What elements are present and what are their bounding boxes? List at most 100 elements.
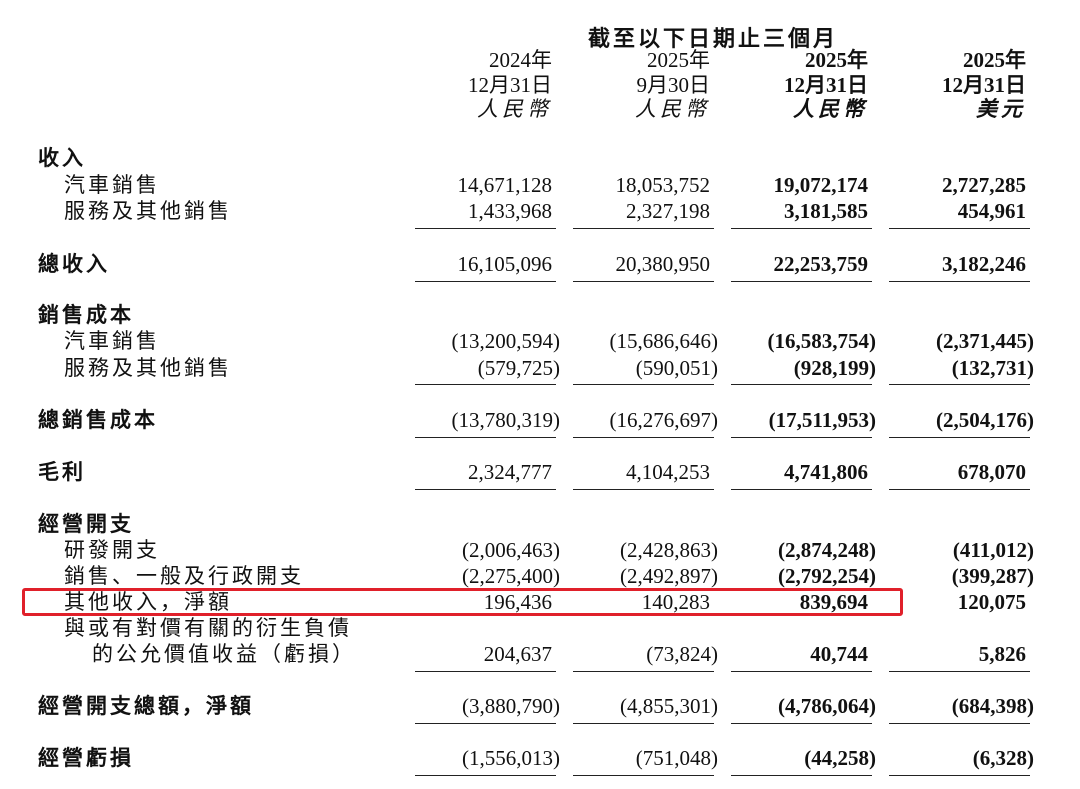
cell: (2,275,400) bbox=[462, 564, 560, 588]
cell: (6,328) bbox=[972, 746, 1034, 770]
column-currency: 人民幣 bbox=[793, 97, 868, 121]
total-rule bbox=[889, 489, 1030, 490]
cell: (73,824) bbox=[646, 642, 718, 666]
row-label: 服務及其他銷售 bbox=[64, 356, 232, 380]
row-label: 汽車銷售 bbox=[64, 329, 160, 353]
section-heading: 銷售成本 bbox=[38, 303, 134, 327]
cell: 19,072,174 bbox=[773, 173, 869, 197]
total-rule bbox=[415, 437, 556, 438]
cell: 16,105,096 bbox=[457, 252, 553, 276]
section-heading: 收入 bbox=[38, 146, 86, 170]
column-header-1: 2024年 12月31日 人民幣 bbox=[392, 48, 552, 122]
cell: 678,070 bbox=[957, 460, 1026, 484]
cell: (2,428,863) bbox=[620, 538, 718, 562]
column-currency: 人民幣 bbox=[635, 97, 710, 121]
cell: (684,398) bbox=[951, 694, 1034, 718]
column-header-4: 2025年 12月31日 美元 bbox=[866, 48, 1026, 122]
row-label: 經營虧損 bbox=[38, 746, 134, 770]
derivative-label-row: 與或有對價有關的衍生負債 bbox=[0, 615, 1080, 641]
cell: 1,433,968 bbox=[468, 199, 552, 223]
cell: (13,200,594) bbox=[451, 329, 561, 353]
column-year: 2025年 bbox=[805, 48, 868, 72]
cell: (15,686,646) bbox=[609, 329, 719, 353]
revenue-heading-row: 收入 bbox=[0, 145, 1080, 171]
column-date: 12月31日 bbox=[468, 72, 552, 97]
subtotal-rule bbox=[573, 228, 714, 229]
subtotal-rule bbox=[731, 671, 872, 672]
row-label: 毛利 bbox=[38, 460, 86, 484]
column-date: 12月31日 bbox=[942, 72, 1026, 97]
cell: 4,741,806 bbox=[784, 460, 868, 484]
total-rule bbox=[415, 489, 556, 490]
cell: (2,492,897) bbox=[620, 564, 718, 588]
operating-loss-row: 經營虧損 (1,556,013) (751,048) (44,258) (6,3… bbox=[0, 745, 1080, 771]
total-rule bbox=[731, 489, 872, 490]
section-heading: 經營開支 bbox=[38, 512, 134, 536]
cell: (590,051) bbox=[635, 356, 718, 380]
row-label: 與或有對價有關的衍生負債 bbox=[64, 616, 352, 640]
total-rule bbox=[731, 281, 872, 282]
row-label: 銷售、一般及行政開支 bbox=[64, 564, 304, 588]
column-year: 2025年 bbox=[963, 48, 1026, 72]
row-label: 的公允價值收益（虧損） bbox=[92, 642, 356, 666]
cell: (16,583,754) bbox=[767, 329, 877, 353]
subtotal-rule bbox=[573, 671, 714, 672]
subtotal-rule bbox=[415, 671, 556, 672]
cell: (2,874,248) bbox=[778, 538, 876, 562]
cell: (3,880,790) bbox=[462, 694, 560, 718]
cell: (44,258) bbox=[804, 746, 876, 770]
cell: (4,855,301) bbox=[620, 694, 718, 718]
total-rule bbox=[573, 437, 714, 438]
row-label: 總收入 bbox=[38, 252, 110, 276]
cell: (751,048) bbox=[635, 746, 718, 770]
row-label: 服務及其他銷售 bbox=[64, 199, 232, 223]
column-currency: 人民幣 bbox=[477, 97, 552, 121]
cell: 4,104,253 bbox=[626, 460, 710, 484]
total-rule bbox=[889, 281, 1030, 282]
rnd-row: 研發開支 (2,006,463) (2,428,863) (2,874,248)… bbox=[0, 537, 1080, 563]
cell: (2,371,445) bbox=[936, 329, 1034, 353]
column-year: 2025年 bbox=[647, 48, 710, 72]
derivative-row: 的公允價值收益（虧損） 204,637 (73,824) 40,744 5,82… bbox=[0, 641, 1080, 667]
cell: 5,826 bbox=[978, 642, 1026, 666]
cell: 2,327,198 bbox=[626, 199, 710, 223]
cost-vehicle-row: 汽車銷售 (13,200,594) (15,686,646) (16,583,7… bbox=[0, 328, 1080, 354]
cell: (411,012) bbox=[952, 538, 1034, 562]
row-label: 經營開支總額，淨額 bbox=[38, 694, 254, 718]
cell: (13,780,319) bbox=[451, 408, 561, 432]
cell: 204,637 bbox=[483, 642, 552, 666]
highlight-box bbox=[22, 588, 903, 616]
subtotal-rule bbox=[889, 384, 1030, 385]
total-rule bbox=[573, 775, 714, 776]
cell: 40,744 bbox=[810, 642, 868, 666]
total-rule bbox=[415, 281, 556, 282]
column-year: 2024年 bbox=[489, 48, 552, 72]
cell: (1,556,013) bbox=[462, 746, 560, 770]
cell: (2,792,254) bbox=[778, 564, 876, 588]
cell: 14,671,128 bbox=[457, 173, 553, 197]
total-rule bbox=[731, 775, 872, 776]
subtotal-rule bbox=[573, 384, 714, 385]
total-opex-row: 經營開支總額，淨額 (3,880,790) (4,855,301) (4,786… bbox=[0, 693, 1080, 719]
subtotal-rule bbox=[889, 671, 1030, 672]
total-rule bbox=[731, 437, 872, 438]
opex-heading-row: 經營開支 bbox=[0, 511, 1080, 537]
cell: (4,786,064) bbox=[778, 694, 876, 718]
financial-statement: 截至以下日期止三個月 2024年 12月31日 人民幣 2025年 9月30日 … bbox=[0, 0, 1080, 789]
cell: (16,276,697) bbox=[609, 408, 719, 432]
column-currency: 美元 bbox=[976, 97, 1026, 121]
cell: (132,731) bbox=[951, 356, 1034, 380]
cell: (2,504,176) bbox=[936, 408, 1034, 432]
cell: (17,511,953) bbox=[768, 408, 876, 432]
cell: 18,053,752 bbox=[615, 173, 711, 197]
cell: 3,181,585 bbox=[784, 199, 868, 223]
services-sales-row: 服務及其他銷售 1,433,968 2,327,198 3,181,585 45… bbox=[0, 198, 1080, 224]
total-rule bbox=[573, 723, 714, 724]
subtotal-rule bbox=[415, 228, 556, 229]
row-label: 總銷售成本 bbox=[38, 408, 158, 432]
total-rule bbox=[731, 723, 872, 724]
cell: (928,199) bbox=[793, 356, 876, 380]
cost-services-row: 服務及其他銷售 (579,725) (590,051) (928,199) (1… bbox=[0, 355, 1080, 381]
column-date: 12月31日 bbox=[784, 72, 868, 97]
cell: 22,253,759 bbox=[773, 252, 869, 276]
